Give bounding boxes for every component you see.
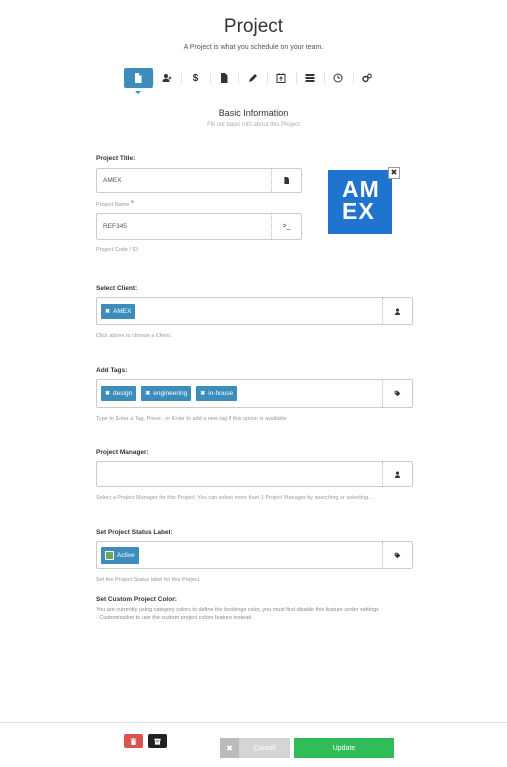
tag-chip-label: engineering (153, 390, 188, 397)
file-icon (284, 177, 289, 184)
project-code-value: REF345 (103, 223, 127, 230)
step-basic-info[interactable] (124, 68, 153, 94)
tag-icon (394, 552, 401, 558)
tag-chip-label: in-house (208, 390, 234, 397)
step-users[interactable] (152, 68, 182, 88)
custom-color-label: Set Custom Project Color: (96, 596, 177, 603)
project-title-label: Project Title: (96, 155, 136, 162)
clock-icon (333, 73, 343, 83)
calendar-upload-icon (276, 73, 286, 83)
project-name-help: Project Name * (96, 199, 134, 208)
step-budget[interactable]: $ (181, 68, 210, 88)
manager-select[interactable] (96, 461, 413, 487)
cancel-button[interactable]: ✖ Cancel (220, 738, 290, 758)
logo-text-line2: EX (342, 198, 375, 224)
client-chip-label: AMEX (113, 307, 132, 315)
custom-color-text-line1: You are currently using category colors … (96, 607, 379, 613)
project-code-help: Project Code / ID (96, 247, 138, 253)
client-chip[interactable]: ✖ AMEX (101, 303, 136, 319)
remove-chip-icon[interactable]: ✖ (145, 390, 150, 397)
remove-chip-icon[interactable]: ✖ (105, 390, 110, 397)
project-title-input[interactable]: AMEX (96, 168, 302, 193)
archive-icon (154, 738, 161, 745)
list-icon (305, 74, 315, 82)
client-help: Click above to choose a Client. (96, 333, 172, 339)
tag-chip-label: design (113, 390, 133, 397)
project-title-addon (271, 169, 301, 192)
tag-chip[interactable]: ✖ engineering (141, 386, 192, 401)
status-label: Set Project Status Label: (96, 529, 173, 536)
wizard-steps: $ (124, 68, 382, 94)
status-chips: Active (97, 546, 382, 564)
footer-divider (0, 722, 507, 723)
pencil-icon (248, 74, 257, 82)
project-title-value: AMEX (103, 177, 122, 184)
tag-chips: ✖ design ✖ engineering ✖ in-house (97, 386, 382, 401)
client-addon (382, 298, 412, 324)
cancel-label: Cancel (253, 744, 276, 752)
manager-addon (382, 462, 412, 486)
section-title: Basic Information (218, 108, 289, 118)
status-chip[interactable]: Active (101, 546, 139, 564)
logo-text-line1: AM (342, 176, 380, 202)
custom-color-text: You are currently using category colors … (96, 607, 416, 621)
manager-label: Project Manager: (96, 449, 149, 456)
status-select[interactable]: Active (96, 541, 413, 569)
tags-help: Type to Enter a Tag. Press , or Enter to… (96, 416, 287, 422)
manager-help: Select a Project Manager for this Projec… (96, 495, 373, 501)
tags-addon (382, 380, 412, 407)
status-chip-label: Active (117, 551, 135, 559)
delete-button[interactable] (124, 734, 143, 748)
project-name-help-text: Project Name (96, 202, 130, 208)
terminal-icon: >_ (271, 214, 301, 239)
step-documents[interactable] (209, 68, 239, 88)
step-notes[interactable] (238, 68, 267, 88)
user-icon (395, 471, 400, 478)
user-icon (395, 308, 400, 315)
section-subtitle: Fill out basic info about this Project (207, 122, 300, 128)
archive-button[interactable] (148, 734, 167, 748)
dollar-icon: $ (192, 72, 199, 84)
step-schedule[interactable] (266, 68, 296, 88)
tag-chip[interactable]: ✖ design (101, 386, 137, 401)
logo-text: AM EX (342, 176, 380, 224)
step-settings-list[interactable] (295, 68, 325, 88)
project-logo[interactable]: AM EX (328, 170, 392, 234)
step-advanced[interactable] (352, 68, 382, 88)
project-code-input[interactable]: REF345 >_ (96, 213, 302, 240)
remove-chip-icon[interactable]: ✖ (200, 390, 205, 397)
close-icon: ✖ (220, 738, 239, 758)
custom-color-text-line2: - Customization to use the custom projec… (96, 615, 253, 621)
cogs-icon (362, 73, 372, 83)
status-addon (382, 542, 412, 568)
client-select[interactable]: ✖ AMEX (96, 297, 413, 325)
tag-icon (394, 390, 401, 397)
step-time[interactable] (324, 68, 353, 88)
update-button[interactable]: Update (294, 738, 394, 758)
tag-chip[interactable]: ✖ in-house (196, 386, 238, 401)
remove-logo-button[interactable]: ✖ (388, 167, 400, 179)
client-chips: ✖ AMEX (97, 303, 382, 319)
page-subtitle: A Project is what you schedule on your t… (183, 44, 324, 51)
page-title: Project (223, 16, 284, 37)
required-mark: * (130, 199, 134, 208)
file-icon (135, 73, 142, 83)
client-label: Select Client: (96, 285, 138, 292)
status-color-swatch (105, 550, 114, 560)
document-icon (221, 73, 228, 83)
tags-label: Add Tags: (96, 367, 128, 374)
remove-chip-icon[interactable]: ✖ (105, 308, 110, 315)
user-plus-icon (162, 74, 172, 82)
status-help: Set the Project Status label for this Pr… (96, 577, 201, 583)
trash-icon (130, 737, 137, 745)
tags-input[interactable]: ✖ design ✖ engineering ✖ in-house (96, 379, 413, 408)
